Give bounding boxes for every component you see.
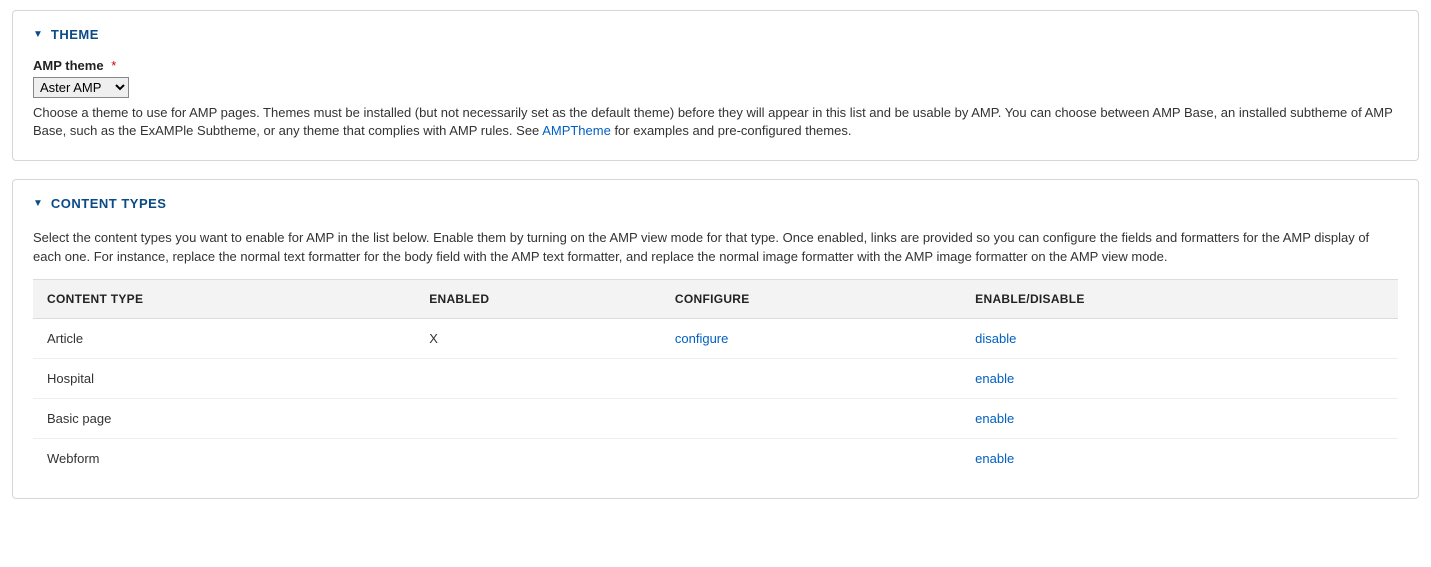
content-types-intro: Select the content types you want to ena… <box>33 229 1398 267</box>
col-enable-disable: ENABLE/DISABLE <box>961 280 1398 319</box>
table-row: Article X configure disable <box>33 319 1398 359</box>
content-types-panel: ▼ CONTENT TYPES Select the content types… <box>12 179 1419 499</box>
ct-enabled <box>415 359 661 399</box>
ct-enabled <box>415 439 661 479</box>
amp-theme-select[interactable]: Aster AMP <box>33 77 129 98</box>
ct-enabled <box>415 399 661 439</box>
required-star: * <box>111 58 116 73</box>
col-enabled: ENABLED <box>415 280 661 319</box>
content-types-panel-toggle[interactable]: ▼ CONTENT TYPES <box>33 196 166 211</box>
theme-panel-title: THEME <box>51 27 99 42</box>
table-row: Basic page enable <box>33 399 1398 439</box>
toggle-link[interactable]: disable <box>975 331 1016 346</box>
ct-name: Webform <box>33 439 415 479</box>
amp-theme-label-text: AMP theme <box>33 58 104 73</box>
theme-panel: ▼ THEME AMP theme * Aster AMP Choose a t… <box>12 10 1419 161</box>
collapse-arrow-icon: ▼ <box>33 29 43 40</box>
amp-theme-description: Choose a theme to use for AMP pages. The… <box>33 104 1398 140</box>
table-row: Hospital enable <box>33 359 1398 399</box>
content-types-table: CONTENT TYPE ENABLED CONFIGURE ENABLE/DI… <box>33 279 1398 478</box>
table-row: Webform enable <box>33 439 1398 479</box>
ct-name: Hospital <box>33 359 415 399</box>
desc-after: for examples and pre-configured themes. <box>611 123 852 138</box>
table-header-row: CONTENT TYPE ENABLED CONFIGURE ENABLE/DI… <box>33 280 1398 319</box>
amp-theme-label: AMP theme * <box>33 58 1398 73</box>
toggle-link[interactable]: enable <box>975 451 1014 466</box>
col-configure: CONFIGURE <box>661 280 961 319</box>
configure-link[interactable]: configure <box>675 331 728 346</box>
theme-panel-toggle[interactable]: ▼ THEME <box>33 27 99 42</box>
ct-enabled: X <box>415 319 661 359</box>
collapse-arrow-icon: ▼ <box>33 198 43 209</box>
ct-name: Basic page <box>33 399 415 439</box>
toggle-link[interactable]: enable <box>975 371 1014 386</box>
content-types-panel-title: CONTENT TYPES <box>51 196 167 211</box>
toggle-link[interactable]: enable <box>975 411 1014 426</box>
col-content-type: CONTENT TYPE <box>33 280 415 319</box>
ct-name: Article <box>33 319 415 359</box>
amptheme-link[interactable]: AMPTheme <box>542 123 611 138</box>
